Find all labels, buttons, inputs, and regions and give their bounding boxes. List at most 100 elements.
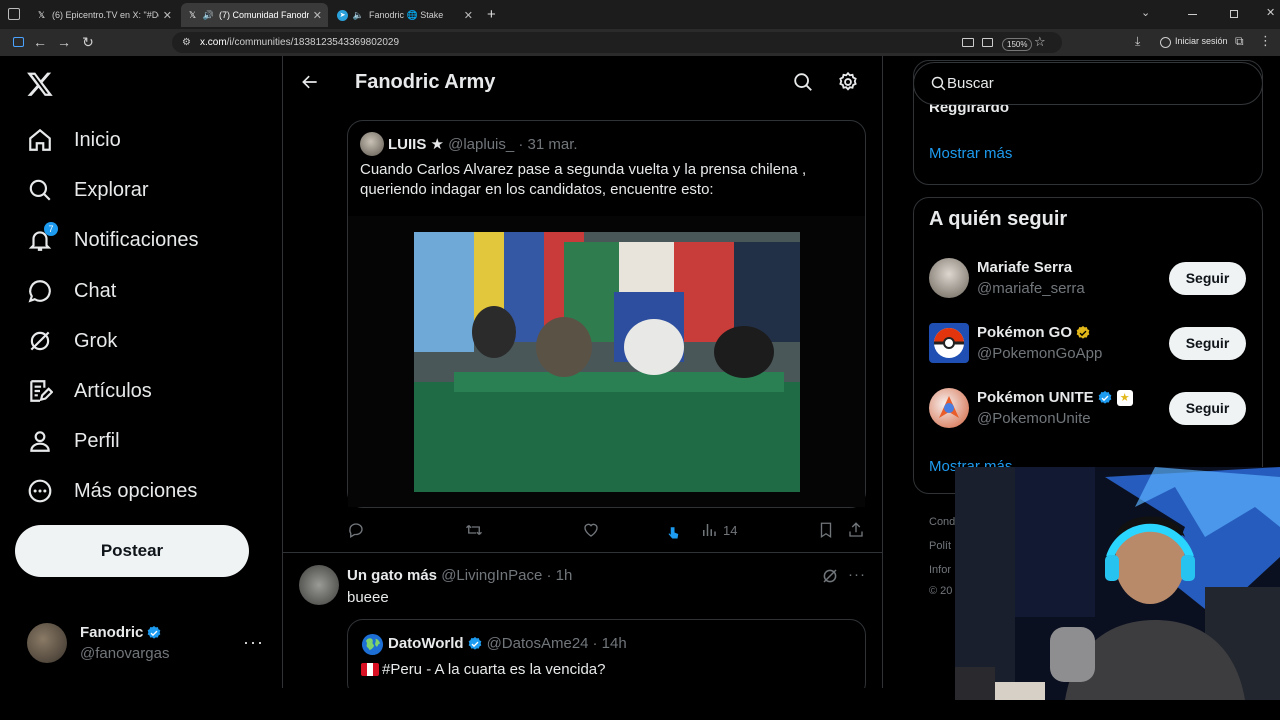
quoted-post-text: #Peru - A la cuarta es la vencida? (382, 661, 606, 678)
browser-tab-1[interactable]: 𝕏 (6) Epicentro.TV en X: "#Debate ✕ (30, 3, 178, 27)
post-divider (283, 552, 882, 553)
search-icon[interactable] (792, 71, 814, 93)
grok-icon[interactable] (821, 567, 839, 585)
follow-button[interactable]: Seguir (1169, 262, 1246, 295)
sidebar-toggle-icon[interactable] (10, 34, 26, 50)
forward-icon[interactable]: → (56, 34, 72, 50)
new-tab-button[interactable]: + (487, 6, 496, 23)
reply-more-icon[interactable]: ··· (848, 566, 866, 583)
footer-link[interactable]: Infor (929, 564, 951, 576)
repost-icon (466, 525, 482, 535)
avatar[interactable] (299, 565, 339, 605)
globe-avatar-icon[interactable] (361, 633, 384, 656)
download-icon[interactable]: ⤓ (1135, 34, 1140, 49)
reply-author-name[interactable]: Un gato más (347, 567, 437, 584)
follow-button[interactable]: Seguir (1169, 327, 1246, 360)
nav-more-options[interactable]: Más opciones (26, 475, 197, 507)
reply-button[interactable] (347, 521, 365, 539)
nav-notifications[interactable]: 7 Notificaciones (26, 222, 199, 256)
browser-tab-3[interactable]: ➤ 🔈 Fanodric 🌐 Stake ✕ (331, 3, 479, 27)
nav-explore[interactable]: Explorar (26, 174, 148, 206)
tab-label: Fanodric 🌐 Stake (369, 9, 444, 20)
search-icon (26, 176, 54, 204)
quoted-post-text: Cuando Carlos Alvarez pase a segunda vue… (360, 161, 807, 198)
bookmark-button[interactable] (817, 521, 835, 539)
quoted-author-handle[interactable]: @DatosAme24 (487, 635, 589, 652)
browser-tab-bar: 𝕏 (6) Epicentro.TV en X: "#Debate ✕ 𝕏 🔊 … (0, 0, 1280, 29)
nav-articles-label: Artículos (74, 379, 152, 402)
quoted-author-name[interactable]: LUIIS ★ (388, 136, 444, 153)
nav-profile[interactable]: Perfil (26, 425, 120, 457)
show-more-link[interactable]: Mostrar más (929, 145, 1012, 162)
video-frame-illustration (414, 232, 800, 492)
footer-link[interactable]: Polít (929, 540, 951, 552)
quoted-author-name[interactable]: DatoWorld (388, 635, 464, 652)
who-to-follow-title: A quién seguir (929, 208, 1068, 230)
tab-close-icon[interactable]: ✕ (309, 9, 322, 22)
account-name[interactable]: Fanodric (80, 624, 162, 641)
nav-home[interactable]: Inicio (26, 124, 121, 156)
follow-name-text: Pokémon UNITE (977, 389, 1094, 406)
tab-close-icon[interactable]: ✕ (159, 9, 172, 22)
video-thumbnail[interactable] (414, 232, 800, 492)
nav-grok[interactable]: Grok (26, 325, 117, 357)
pokemon-unite-avatar-icon[interactable] (929, 388, 969, 428)
footer-link[interactable]: Cond (929, 516, 955, 528)
quoted-post-time[interactable]: · 14h (593, 635, 627, 652)
post-button[interactable]: Postear (15, 525, 249, 577)
pokeball-avatar-icon[interactable] (929, 323, 969, 363)
search-input[interactable]: Buscar (913, 62, 1263, 105)
notification-badge: 7 (44, 222, 58, 236)
bell-icon: 7 (26, 222, 58, 254)
minimize-icon[interactable] (1188, 14, 1197, 15)
close-window-icon[interactable]: ✕ (1266, 6, 1275, 19)
quoted-post-time[interactable]: · 31 mar. (518, 136, 577, 153)
reader-icon[interactable] (982, 38, 993, 47)
back-icon[interactable]: ← (32, 34, 48, 50)
quoted-author-handle[interactable]: @lapluis_ (448, 136, 514, 153)
follow-name[interactable]: Mariafe Serra (977, 259, 1072, 276)
favorite-star-icon[interactable]: ☆ (1034, 34, 1046, 50)
nav-profile-label: Perfil (74, 429, 120, 452)
avatar[interactable] (360, 132, 384, 156)
quoted-post-card[interactable] (347, 619, 866, 699)
follow-name[interactable]: Pokémon GO (977, 324, 1091, 341)
restore-icon[interactable] (1230, 10, 1238, 18)
account-more-icon[interactable]: ··· (243, 632, 264, 653)
follow-name[interactable]: Pokémon UNITE ★ (977, 389, 1133, 406)
gear-icon[interactable] (837, 71, 859, 93)
avatar[interactable] (929, 258, 969, 298)
chat-icon (26, 277, 54, 305)
nav-articles[interactable]: Artículos (26, 375, 152, 407)
chevron-down-icon[interactable]: ⌄ (1141, 6, 1150, 19)
nav-chat-label: Chat (74, 279, 117, 302)
repost-button[interactable] (465, 521, 483, 539)
site-info-icon[interactable]: ⚙ (182, 32, 191, 53)
page-title: Fanodric Army (355, 71, 496, 93)
signin-button[interactable]: Iniciar sesión (1160, 36, 1228, 46)
like-button[interactable] (582, 521, 600, 539)
url-field[interactable]: ⚙ x.com/i/communities/183812354336980202… (172, 32, 1062, 53)
share-button[interactable] (847, 521, 865, 539)
views-icon (703, 524, 716, 536)
reload-icon[interactable]: ↻ (80, 34, 96, 50)
telegram-favicon-icon: ➤ (337, 9, 348, 21)
reply-author-handle[interactable]: @LivingInPace (441, 567, 542, 584)
tab-close-icon[interactable]: ✕ (460, 9, 473, 22)
avatar[interactable] (27, 623, 67, 663)
tab-label: (7) Comunidad Fanodric Ar (219, 10, 309, 20)
zoom-indicator[interactable]: 150% (1002, 38, 1033, 51)
nav-chat[interactable]: Chat (26, 275, 116, 307)
menu-icon[interactable]: ⋮ (1259, 33, 1272, 49)
reply-time[interactable]: · 1h (546, 567, 572, 584)
views-button[interactable]: 14 (700, 521, 737, 539)
screen-share-icon[interactable] (962, 38, 974, 47)
extensions-icon[interactable]: ⧉ (1235, 34, 1244, 49)
tab-actions-icon[interactable] (8, 8, 20, 20)
reply-header: Un gato más @LivingInPace · 1h (347, 567, 572, 584)
follow-button[interactable]: Seguir (1169, 392, 1246, 425)
back-arrow-icon[interactable] (300, 72, 320, 92)
quoted-post-text-row: #Peru - A la cuarta es la vencida? (361, 661, 605, 678)
browser-tab-2[interactable]: 𝕏 🔊 (7) Comunidad Fanodric Ar ✕ (181, 3, 328, 27)
x-logo-icon[interactable] (26, 70, 54, 98)
